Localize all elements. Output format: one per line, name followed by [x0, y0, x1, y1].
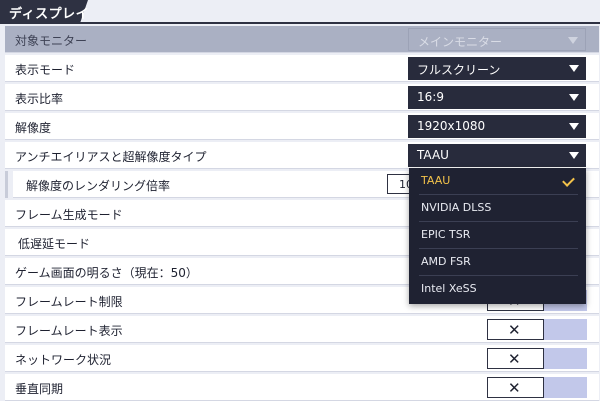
chevron-down-icon: [569, 65, 579, 72]
setting-label: 表示比率: [15, 92, 64, 106]
setting-label: 解像度: [15, 121, 52, 135]
resolution-dropdown[interactable]: 1920x1080: [408, 115, 586, 138]
aa-dropdown[interactable]: TAAU: [408, 144, 586, 167]
monitor-dropdown: メインモニター: [408, 28, 586, 51]
chevron-down-icon: [569, 123, 579, 130]
toggle-off-option[interactable]: ✕: [487, 319, 544, 340]
setting-label: 表示モード: [15, 63, 76, 77]
menu-item-amd-fsr[interactable]: AMD FSR: [409, 249, 586, 276]
dropdown-value: 1920x1080: [417, 119, 486, 133]
setting-label: フレームレート表示: [15, 324, 123, 338]
setting-label: 低遅延モード: [18, 237, 91, 251]
dropdown-value: メインモニター: [418, 35, 503, 49]
chevron-down-icon: [569, 94, 579, 101]
setting-row-resolution: 解像度 1920x1080: [5, 113, 599, 140]
setting-label: 対象モニター: [15, 34, 88, 48]
toggle-off-option[interactable]: ✕: [487, 377, 544, 398]
setting-row-fps-display: フレームレート表示 ✕: [5, 316, 599, 343]
display-mode-dropdown[interactable]: フルスクリーン: [408, 57, 586, 80]
toggle-on-option[interactable]: [544, 377, 587, 398]
header: ディスプレイ: [0, 0, 600, 24]
setting-row-aspect: 表示比率 16:9: [5, 84, 599, 111]
setting-label: フレーム生成モード: [15, 208, 123, 222]
setting-row-network: ネットワーク状況 ✕: [5, 345, 599, 372]
toggle-on-option[interactable]: [544, 319, 587, 340]
menu-item-label: EPIC TSR: [421, 228, 471, 241]
fps-display-toggle[interactable]: ✕: [487, 319, 587, 340]
close-icon: ✕: [508, 321, 521, 339]
checkmark-icon: [562, 174, 575, 187]
header-divider: [0, 22, 600, 24]
page-title: ディスプレイ: [9, 7, 90, 22]
close-icon: ✕: [508, 350, 521, 368]
setting-row-monitor: 対象モニター メインモニター: [5, 26, 599, 53]
setting-row-display-mode: 表示モード フルスクリーン: [5, 55, 599, 82]
menu-item-epic-tsr[interactable]: EPIC TSR: [409, 222, 586, 249]
setting-row-aa: アンチエイリアスと超解像度タイプ TAAU: [5, 142, 599, 169]
menu-item-label: Intel XeSS: [421, 282, 477, 295]
display-settings-page: ディスプレイ 対象モニター メインモニター 表示モード フルスクリーン 表示比率…: [0, 0, 600, 401]
menu-item-label: AMD FSR: [421, 255, 471, 268]
menu-item-nvidia-dlss[interactable]: NVIDIA DLSS: [409, 195, 586, 222]
setting-label: フレームレート制限: [15, 295, 123, 309]
setting-row-vsync: 垂直同期 ✕: [5, 374, 599, 401]
dropdown-value: TAAU: [417, 148, 449, 162]
setting-label: ゲーム画面の明るさ（現在：50）: [15, 266, 198, 280]
dropdown-value: 16:9: [417, 90, 444, 104]
toggle-on-option[interactable]: [544, 348, 587, 369]
menu-item-label: NVIDIA DLSS: [421, 201, 492, 214]
aa-dropdown-menu: TAAU NVIDIA DLSS EPIC TSR AMD FSR Intel …: [409, 168, 586, 304]
setting-label: ネットワーク状況: [15, 353, 112, 367]
aspect-ratio-dropdown[interactable]: 16:9: [408, 86, 586, 109]
setting-label: 解像度のレンダリング倍率: [26, 179, 171, 193]
network-toggle[interactable]: ✕: [487, 348, 587, 369]
menu-item-label: TAAU: [421, 174, 451, 187]
close-icon: ✕: [508, 379, 521, 397]
setting-label: アンチエイリアスと超解像度タイプ: [15, 150, 207, 164]
toggle-off-option[interactable]: ✕: [487, 348, 544, 369]
chevron-down-icon: [569, 152, 579, 159]
setting-label: 垂直同期: [15, 382, 64, 396]
menu-item-taau[interactable]: TAAU: [409, 168, 586, 195]
menu-item-intel-xess[interactable]: Intel XeSS: [409, 276, 586, 303]
vsync-toggle[interactable]: ✕: [487, 377, 587, 398]
chevron-down-icon: [568, 37, 578, 44]
dropdown-value: フルスクリーン: [417, 63, 501, 77]
